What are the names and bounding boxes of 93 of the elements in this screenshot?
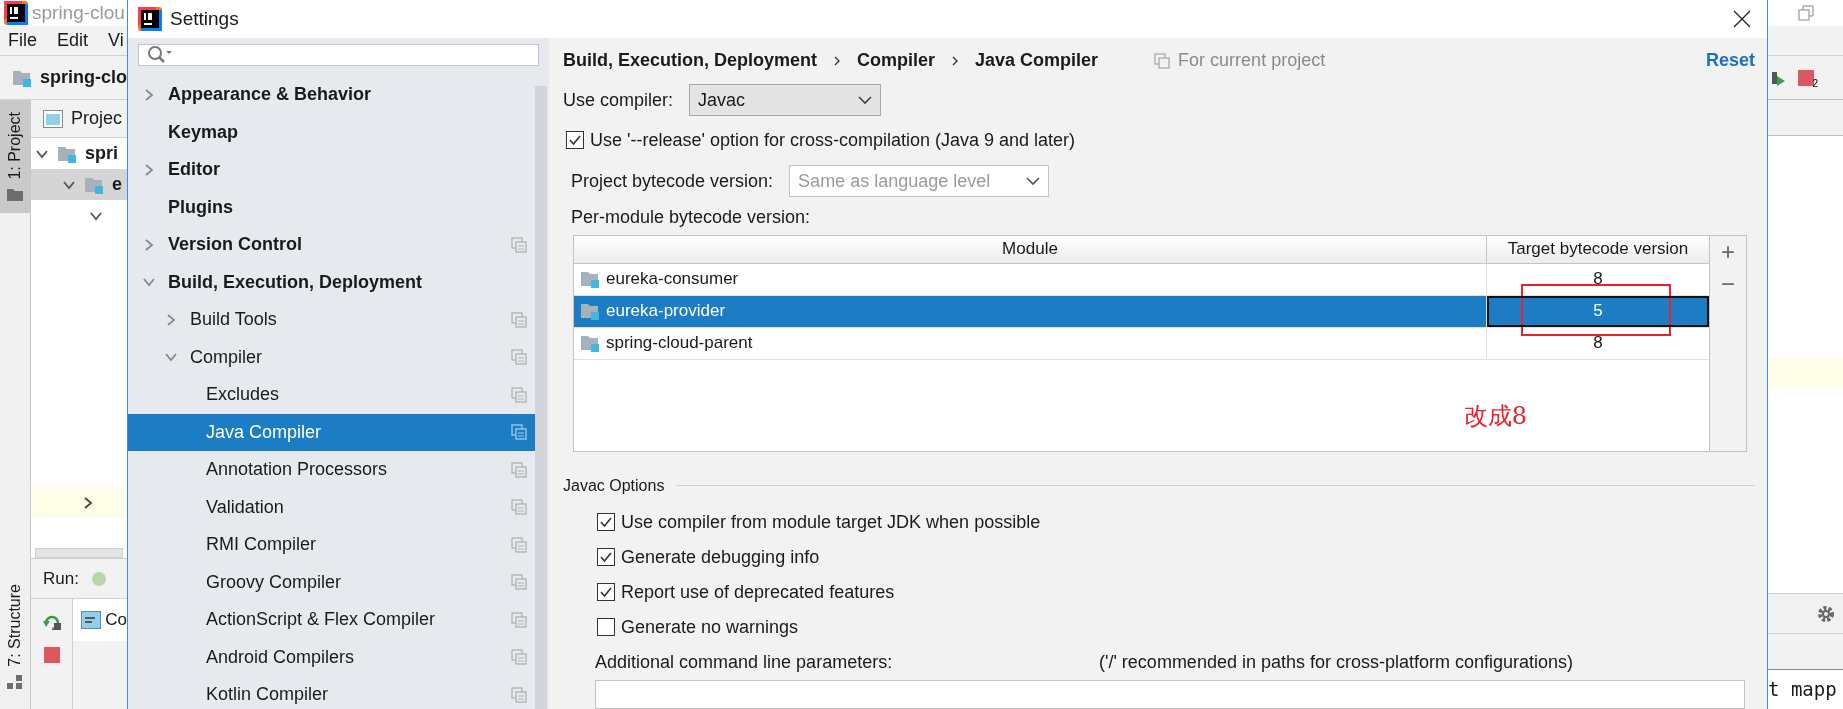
menu-item[interactable]: Vi	[108, 27, 124, 54]
menu-item[interactable]: Edit	[57, 27, 89, 54]
module-folder-icon	[12, 68, 32, 87]
console-tab[interactable]: Co	[73, 599, 127, 641]
column-header[interactable]: Module	[574, 235, 1487, 263]
nav-item[interactable]: Java Compiler	[128, 413, 535, 451]
breadcrumb-separator-icon	[951, 54, 960, 67]
menu-item[interactable]: File	[8, 27, 37, 54]
checked-checkbox[interactable]	[597, 513, 615, 532]
table-cell-text: eureka-provider	[606, 300, 726, 323]
table-cell-text: eureka-consumer	[606, 268, 739, 291]
field-label: Additional command line parameters:	[595, 650, 894, 674]
checkbox-label: Use '--release' option for cross-compilation (Java 9 and later)	[590, 128, 1076, 152]
module-folder-icon	[57, 144, 77, 163]
table-cell[interactable]: 8	[1487, 327, 1709, 359]
checkbox-label: Use compiler from module target JDK when possible	[621, 510, 1041, 534]
nav-item[interactable]: ActionScript & Flex Compiler	[128, 601, 535, 639]
caret-icon	[1026, 176, 1041, 186]
nav-item[interactable]: Appearance & Behavior	[128, 76, 535, 114]
nav-item[interactable]: Build Tools	[128, 301, 535, 339]
structure-icon	[7, 675, 23, 689]
checked-checkbox[interactable]	[597, 583, 615, 602]
nav-item[interactable]: Compiler	[128, 338, 535, 376]
breadcrumb-separator-icon	[833, 54, 842, 67]
search-icon	[147, 45, 173, 65]
close-icon[interactable]	[1733, 10, 1751, 28]
scrollbar[interactable]	[35, 548, 123, 558]
remove-button[interactable]: −	[1713, 267, 1743, 300]
module-folder-icon	[580, 270, 600, 288]
table-row[interactable]: eureka-consumer 8	[574, 263, 1709, 296]
tool-window-tab[interactable]: 1: Project	[0, 100, 30, 213]
checked-checkbox[interactable]	[566, 131, 584, 150]
field-label: Project bytecode version:	[571, 169, 774, 193]
table-cell[interactable]: 8	[1487, 263, 1709, 295]
table-row[interactable]: spring-cloud-parent 8	[574, 327, 1709, 360]
nav-item[interactable]: Build, Execution, Deployment	[128, 263, 535, 301]
nav-item[interactable]: Android Compilers	[128, 638, 535, 676]
console-icon	[81, 611, 102, 629]
module-folder-icon	[580, 334, 600, 352]
nav-item[interactable]: Keymap	[128, 113, 535, 151]
field-label: Per-module bytecode version:	[570, 206, 812, 230]
nav-item[interactable]: Version Control	[128, 226, 535, 264]
code-text: t mapp	[1768, 677, 1837, 703]
input-field[interactable]	[595, 679, 1745, 709]
tree-row[interactable]: e	[31, 169, 127, 200]
module-folder-icon	[580, 302, 600, 320]
nav-item[interactable]: Excludes	[128, 376, 535, 414]
dialog-title: Settings	[170, 6, 239, 31]
folder-icon	[7, 187, 23, 201]
nav-item[interactable]: Editor	[128, 151, 535, 189]
scope-label: For current project	[1178, 49, 1326, 72]
window-title: spring-clou	[32, 0, 125, 25]
tree-row[interactable]: spri	[31, 138, 127, 169]
table-cell-text: spring-cloud-parent	[606, 332, 753, 355]
nav-item[interactable]: Groovy Compiler	[128, 563, 535, 601]
tool-window-tab[interactable]: 7: Structure	[0, 572, 30, 701]
hint-text: ('/' recommended in paths for cross-platform configurations)	[1099, 650, 1574, 674]
checkbox-label: Generate debugging info	[621, 545, 820, 569]
nav-item[interactable]: Kotlin Compiler	[128, 676, 535, 709]
app-logo-icon	[138, 7, 162, 31]
project-scope-icon	[1154, 52, 1171, 69]
checkbox-label: Report use of deprecated features	[621, 580, 895, 604]
panel-icon	[43, 109, 63, 128]
checked-checkbox[interactable]	[597, 548, 615, 567]
search-field[interactable]	[138, 44, 539, 66]
run-config-icon	[90, 570, 107, 587]
nav-item[interactable]: Plugins	[128, 188, 535, 226]
stop-icon	[1798, 69, 1814, 86]
add-button[interactable]: +	[1713, 235, 1743, 268]
section-title: Javac Options	[563, 475, 665, 496]
compiler-dropdown[interactable]: Javac	[689, 84, 882, 117]
panel-title: Projec	[71, 107, 123, 130]
nav-item[interactable]: RMI Compiler	[128, 526, 535, 564]
column-header[interactable]: Target bytecode version	[1487, 235, 1709, 263]
breadcrumb-item[interactable]: Compiler	[857, 47, 936, 74]
nav-item[interactable]: Annotation Processors	[128, 451, 535, 489]
field-label: Use compiler:	[563, 88, 674, 112]
checkbox[interactable]	[597, 618, 615, 637]
caret-icon	[858, 95, 873, 106]
annotation-note: 改成8	[1463, 400, 1527, 432]
scrollbar[interactable]	[535, 86, 547, 709]
reset-link[interactable]: Reset	[1705, 47, 1755, 74]
nav-item[interactable]: Validation	[128, 488, 535, 526]
breadcrumb-item[interactable]: Java Compiler	[975, 47, 1099, 74]
breadcrumb-item[interactable]: Build, Execution, Deployment	[563, 47, 818, 74]
table-row[interactable]: eureka-provider 5	[574, 295, 1709, 328]
module-folder-icon	[84, 175, 104, 194]
run-label: Run:	[43, 567, 79, 590]
stop-icon[interactable]	[43, 647, 60, 663]
settings-icon[interactable]	[1817, 604, 1835, 623]
table-cell[interactable]: 5	[1487, 295, 1709, 327]
project-name[interactable]: spring-clo	[40, 64, 127, 91]
checkbox-label: Generate no warnings	[621, 615, 799, 639]
